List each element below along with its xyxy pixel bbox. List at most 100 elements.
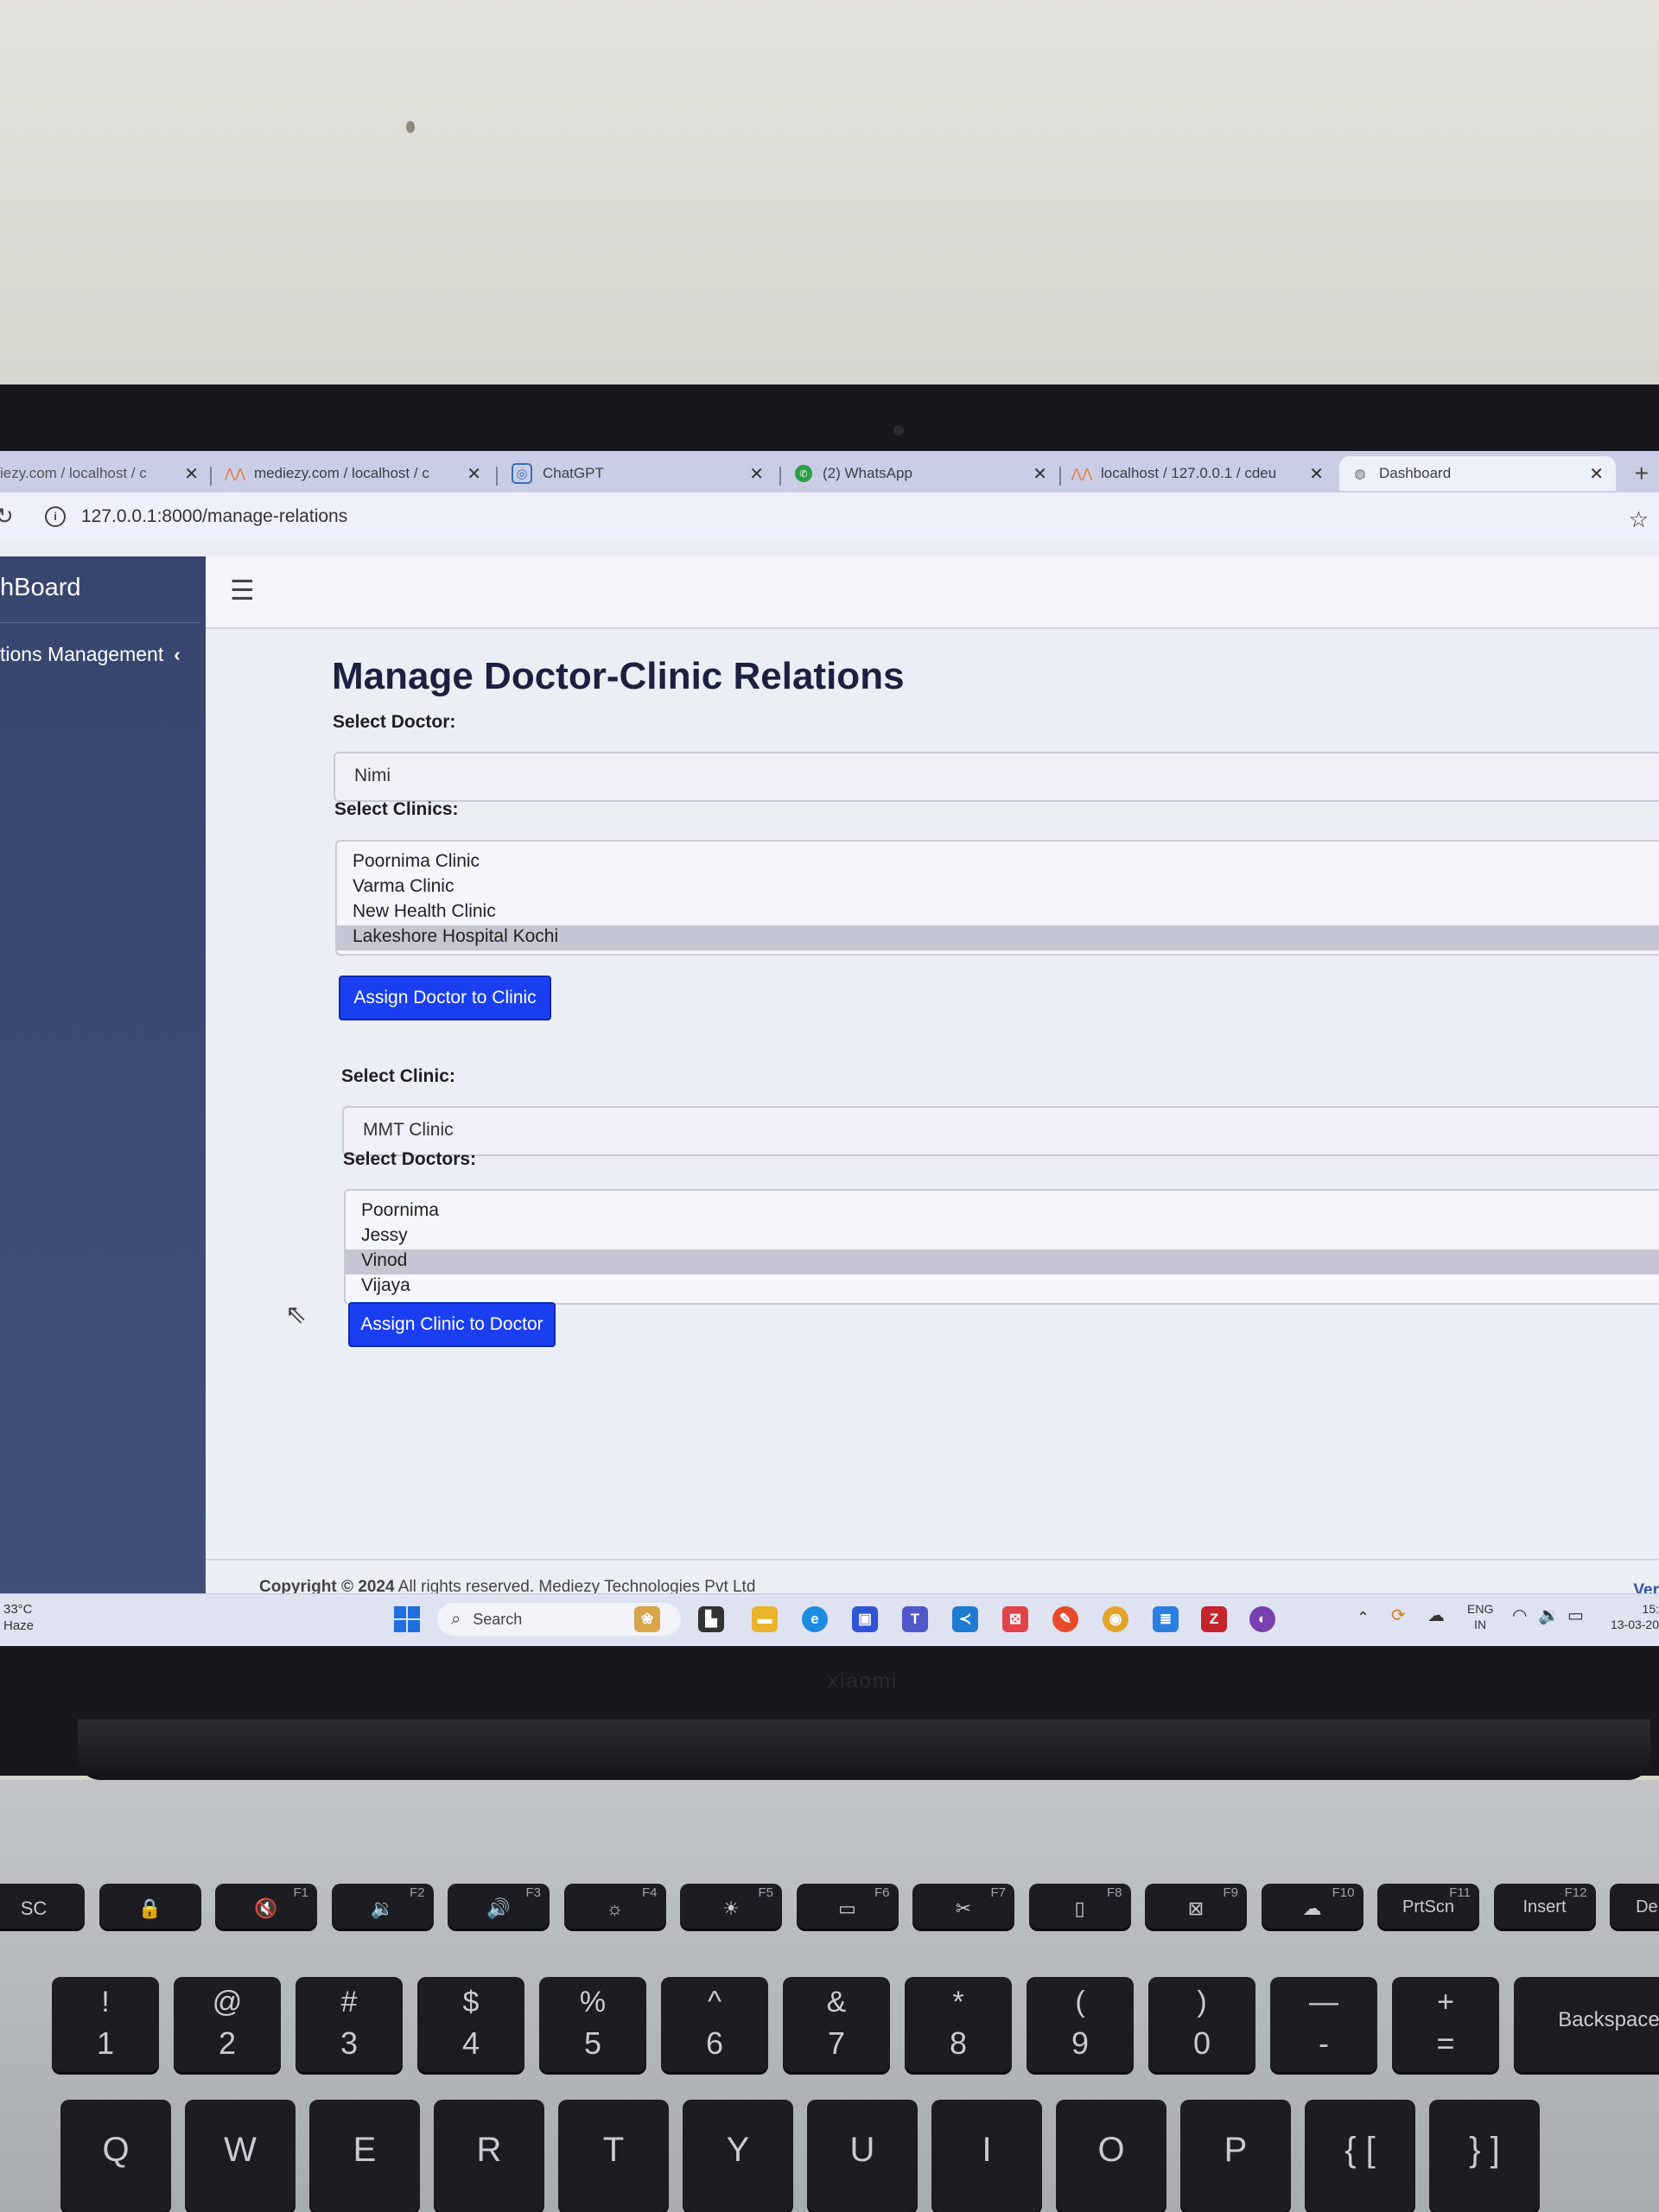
letter-key: T xyxy=(558,2100,669,2212)
language-indicator[interactable]: ENG IN xyxy=(1467,1601,1493,1632)
letter-key: O xyxy=(1056,2100,1166,2212)
vscode-icon[interactable]: ≺ xyxy=(952,1606,978,1632)
list-item-selected[interactable]: Vinod xyxy=(346,1249,1659,1274)
list-item[interactable]: Varma Clinic xyxy=(337,875,1659,900)
bookmark-star-icon[interactable]: ☆ xyxy=(1629,506,1649,533)
search-highlight-icon: ❀ xyxy=(634,1606,660,1632)
mouse-cursor-icon: ⇖ xyxy=(285,1300,308,1329)
letter-key: W xyxy=(185,2100,296,2212)
key-label: ☀ xyxy=(722,1897,740,1919)
doctor-select[interactable]: Nimi xyxy=(334,752,1659,802)
close-icon[interactable]: ✕ xyxy=(1033,463,1047,485)
key-label: ▯ xyxy=(1074,1897,1085,1919)
notepad-icon[interactable]: ≣ xyxy=(1153,1606,1179,1632)
function-key: Delete xyxy=(1610,1884,1659,1929)
number-key: + = xyxy=(1392,1977,1499,2072)
list-item[interactable]: Poornima Clinic xyxy=(337,850,1659,875)
chevron-left-icon: ‹ xyxy=(174,643,181,665)
xampp-icon[interactable]: ⊠ xyxy=(1002,1606,1028,1632)
github-icon[interactable]: ◐ xyxy=(1249,1606,1275,1632)
key-label-bottom: 0 xyxy=(1192,2025,1211,2061)
reload-icon[interactable]: ↻ xyxy=(0,503,14,530)
hamburger-menu-icon[interactable]: ☰ xyxy=(230,574,255,607)
close-icon[interactable]: ✕ xyxy=(749,463,764,485)
list-item-selected[interactable]: Lakeshore Hospital Kochi xyxy=(337,925,1659,950)
close-icon[interactable]: ✕ xyxy=(467,463,481,485)
edge-icon[interactable]: e xyxy=(802,1606,828,1632)
chevron-up-icon[interactable]: ⌃ xyxy=(1357,1610,1370,1625)
cloud-icon[interactable]: ☁ xyxy=(1427,1607,1445,1624)
clinics-multiselect[interactable]: Poornima Clinic Varma Clinic New Health … xyxy=(335,840,1659,956)
key-label-top: % xyxy=(579,1986,607,2018)
list-item[interactable]: Jessy xyxy=(346,1224,1659,1249)
key-label-top: — xyxy=(1309,1986,1338,2018)
store-icon[interactable]: ▣ xyxy=(852,1606,878,1632)
key-label-top: $ xyxy=(462,1986,480,2018)
close-icon[interactable]: ✕ xyxy=(184,463,199,485)
tab-mediezy-1[interactable]: iezy.com / localhost / c ✕ xyxy=(0,456,199,491)
tab-mediezy-2[interactable]: ⋀⋀ mediezy.com / localhost / c ✕ xyxy=(224,456,481,491)
letter-key: I xyxy=(931,2100,1042,2212)
windows-start-icon[interactable] xyxy=(394,1606,420,1632)
key-label: ☼ xyxy=(606,1897,624,1919)
laptop-hinge xyxy=(78,1719,1650,1780)
close-icon[interactable]: ✕ xyxy=(1589,463,1604,485)
teams-icon[interactable]: T xyxy=(902,1606,928,1632)
tab-dashboard[interactable]: ◍ Dashboard ✕ xyxy=(1339,456,1616,491)
app-red-icon[interactable]: ✎ xyxy=(1052,1606,1078,1632)
weather-temp: 33°C xyxy=(3,1602,33,1617)
list-item[interactable]: Poornima xyxy=(346,1199,1659,1224)
letter-key: R xyxy=(434,2100,544,2212)
assign-clinic-button[interactable]: Assign Clinic to Doctor xyxy=(348,1302,556,1347)
lang-code: ENG xyxy=(1467,1602,1494,1616)
volume-icon[interactable]: 🔉 xyxy=(1538,1607,1560,1624)
key-label-top: ) xyxy=(1197,1986,1207,2018)
battery-icon[interactable]: ▭ xyxy=(1567,1607,1584,1624)
function-key: F3 🔊 xyxy=(448,1884,550,1929)
windows-taskbar: 33°C Haze ⌕ Search ❀ ▙ ▬ e ▣ T ≺ ⊠ ✎ ◉ ≣… xyxy=(0,1593,1659,1646)
key-label: Insert xyxy=(1522,1897,1567,1916)
key-label: U xyxy=(849,2131,875,2169)
tab-chatgpt[interactable]: ◎ ChatGPT ✕ xyxy=(512,456,764,491)
phpmyadmin-icon: ⋀⋀ xyxy=(1071,467,1093,481)
tab-localhost[interactable]: ⋀⋀ localhost / 127.0.0.1 / cdeu ✕ xyxy=(1071,456,1324,491)
phpmyadmin-icon: ⋀⋀ xyxy=(224,467,246,481)
page-title: Manage Doctor-Clinic Relations xyxy=(332,655,905,697)
wall-mark xyxy=(406,121,415,133)
key-label-top: + xyxy=(1437,1986,1454,2018)
new-tab-button[interactable]: + xyxy=(1635,460,1649,487)
function-key: F5 ☀ xyxy=(680,1884,782,1929)
key-label: SC xyxy=(20,1897,48,1919)
assign-doctor-button[interactable]: Assign Doctor to Clinic xyxy=(339,976,551,1020)
task-view-icon[interactable]: ▙ xyxy=(698,1606,724,1632)
chrome-icon[interactable]: ◉ xyxy=(1103,1606,1128,1632)
sync-icon[interactable]: ⟳ xyxy=(1391,1607,1406,1624)
wifi-icon[interactable]: ◠ xyxy=(1512,1607,1527,1624)
number-key: ) 0 xyxy=(1148,1977,1255,2072)
weather-widget[interactable]: 33°C Haze xyxy=(3,1601,34,1634)
select-clinics-label: Select Clinics: xyxy=(334,799,459,819)
clinic-select[interactable]: MMT Clinic xyxy=(342,1106,1659,1156)
list-item[interactable]: Vijaya xyxy=(346,1274,1659,1300)
doctors-multiselect[interactable]: Poornima Jessy Vinod Vijaya xyxy=(344,1189,1659,1305)
key-label: T xyxy=(602,2131,625,2169)
key-label: 🔊 xyxy=(486,1897,511,1919)
filezilla-icon[interactable]: Z xyxy=(1201,1606,1227,1632)
sidebar-brand[interactable]: hBoard xyxy=(0,574,200,623)
list-item[interactable]: New Health Clinic xyxy=(337,900,1659,925)
globe-icon: ◍ xyxy=(1354,467,1366,481)
letter-key: Y xyxy=(683,2100,793,2212)
close-icon[interactable]: ✕ xyxy=(1309,463,1324,485)
clock[interactable]: 15: 13-03-20 xyxy=(1600,1601,1659,1632)
function-key: F7 ✂ xyxy=(912,1884,1014,1929)
laptop-screen: iezy.com / localhost / c ✕ ⋀⋀ mediezy.co… xyxy=(0,451,1659,1646)
weather-desc: Haze xyxy=(3,1618,35,1633)
tab-whatsapp[interactable]: ✆ (2) WhatsApp ✕ xyxy=(795,456,1047,491)
site-info-icon[interactable]: i xyxy=(45,506,66,527)
url-field[interactable]: 127.0.0.1:8000/manage-relations xyxy=(81,506,347,527)
sidebar-item-relations-management[interactable]: tions Management ‹ xyxy=(0,643,200,666)
file-explorer-icon[interactable]: ▬ xyxy=(752,1606,778,1632)
select-doctor-label: Select Doctor: xyxy=(333,712,456,732)
key-label-bottom: 4 xyxy=(461,2025,480,2061)
key-label-top: # xyxy=(340,1986,358,2018)
